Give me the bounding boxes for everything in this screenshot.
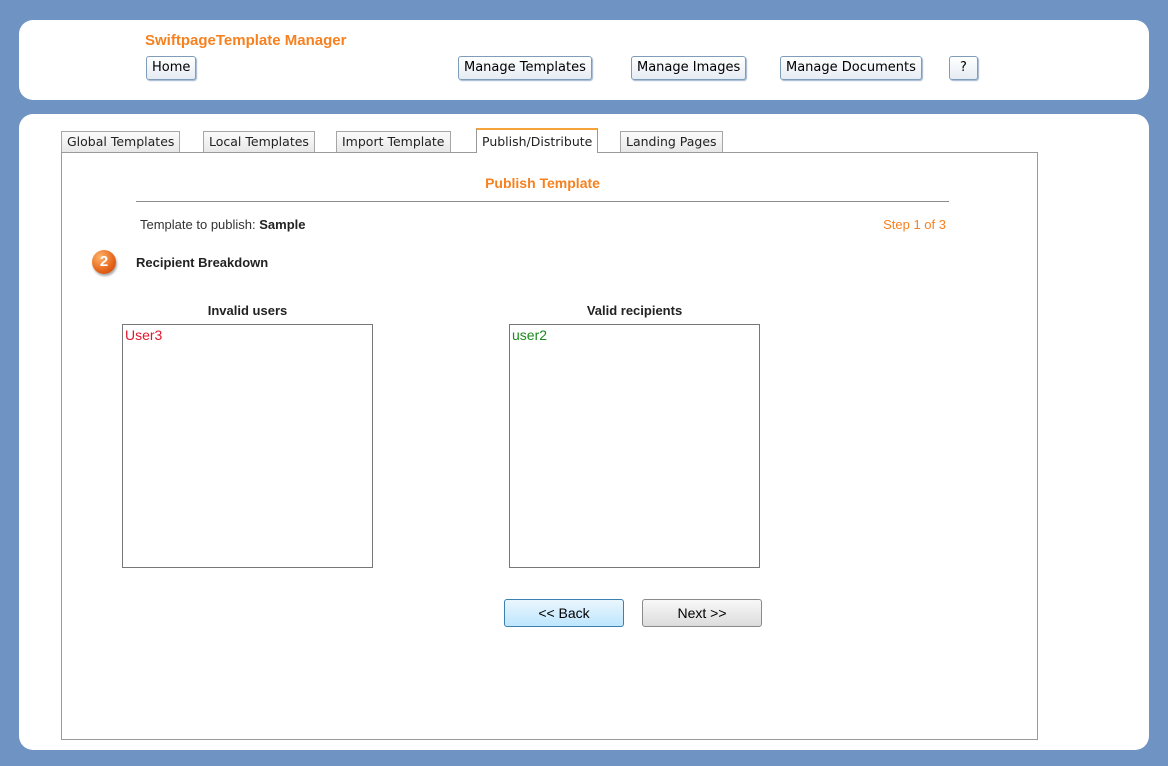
list-item[interactable]: user2 [512, 327, 757, 343]
manage-images-button[interactable]: Manage Images [631, 56, 747, 80]
header-panel: SwiftpageTemplate Manager Home Manage Te… [19, 20, 1149, 100]
tab-publish-distribute[interactable]: Publish/Distribute [476, 128, 599, 153]
invalid-users-list[interactable]: User3 [122, 324, 373, 568]
step-indicator: Step 1 of 3 [883, 217, 946, 232]
main-panel: Global Templates Local Templates Import … [19, 114, 1149, 750]
back-button[interactable]: << Back [504, 599, 624, 627]
manage-documents-button[interactable]: Manage Documents [780, 56, 922, 80]
tab-global-templates[interactable]: Global Templates [61, 131, 181, 152]
home-button[interactable]: Home [146, 56, 197, 80]
title-divider [136, 201, 949, 202]
valid-recipients-list[interactable]: user2 [509, 324, 760, 568]
manage-templates-button[interactable]: Manage Templates [458, 56, 592, 80]
invalid-users-label: Invalid users [207, 303, 288, 318]
publish-content: Publish Template Template to publish: Sa… [61, 152, 1038, 740]
list-item[interactable]: User3 [125, 327, 370, 343]
section-heading: Recipient Breakdown [136, 255, 269, 270]
tab-import-template[interactable]: Import Template [336, 131, 451, 152]
template-to-publish: Template to publish: Sample [140, 217, 306, 232]
valid-recipients-label: Valid recipients [586, 303, 683, 318]
tab-local-templates[interactable]: Local Templates [203, 131, 315, 152]
tab-landing-pages[interactable]: Landing Pages [620, 131, 723, 152]
app-title: SwiftpageTemplate Manager [145, 32, 347, 49]
template-name: Sample [259, 217, 306, 232]
next-button[interactable]: Next >> [642, 599, 762, 627]
step-number-icon: 2 [92, 250, 116, 274]
help-button[interactable]: ? [949, 56, 978, 80]
page-title: Publish Template [485, 175, 600, 191]
template-prefix-label: Template to publish: [140, 217, 256, 232]
